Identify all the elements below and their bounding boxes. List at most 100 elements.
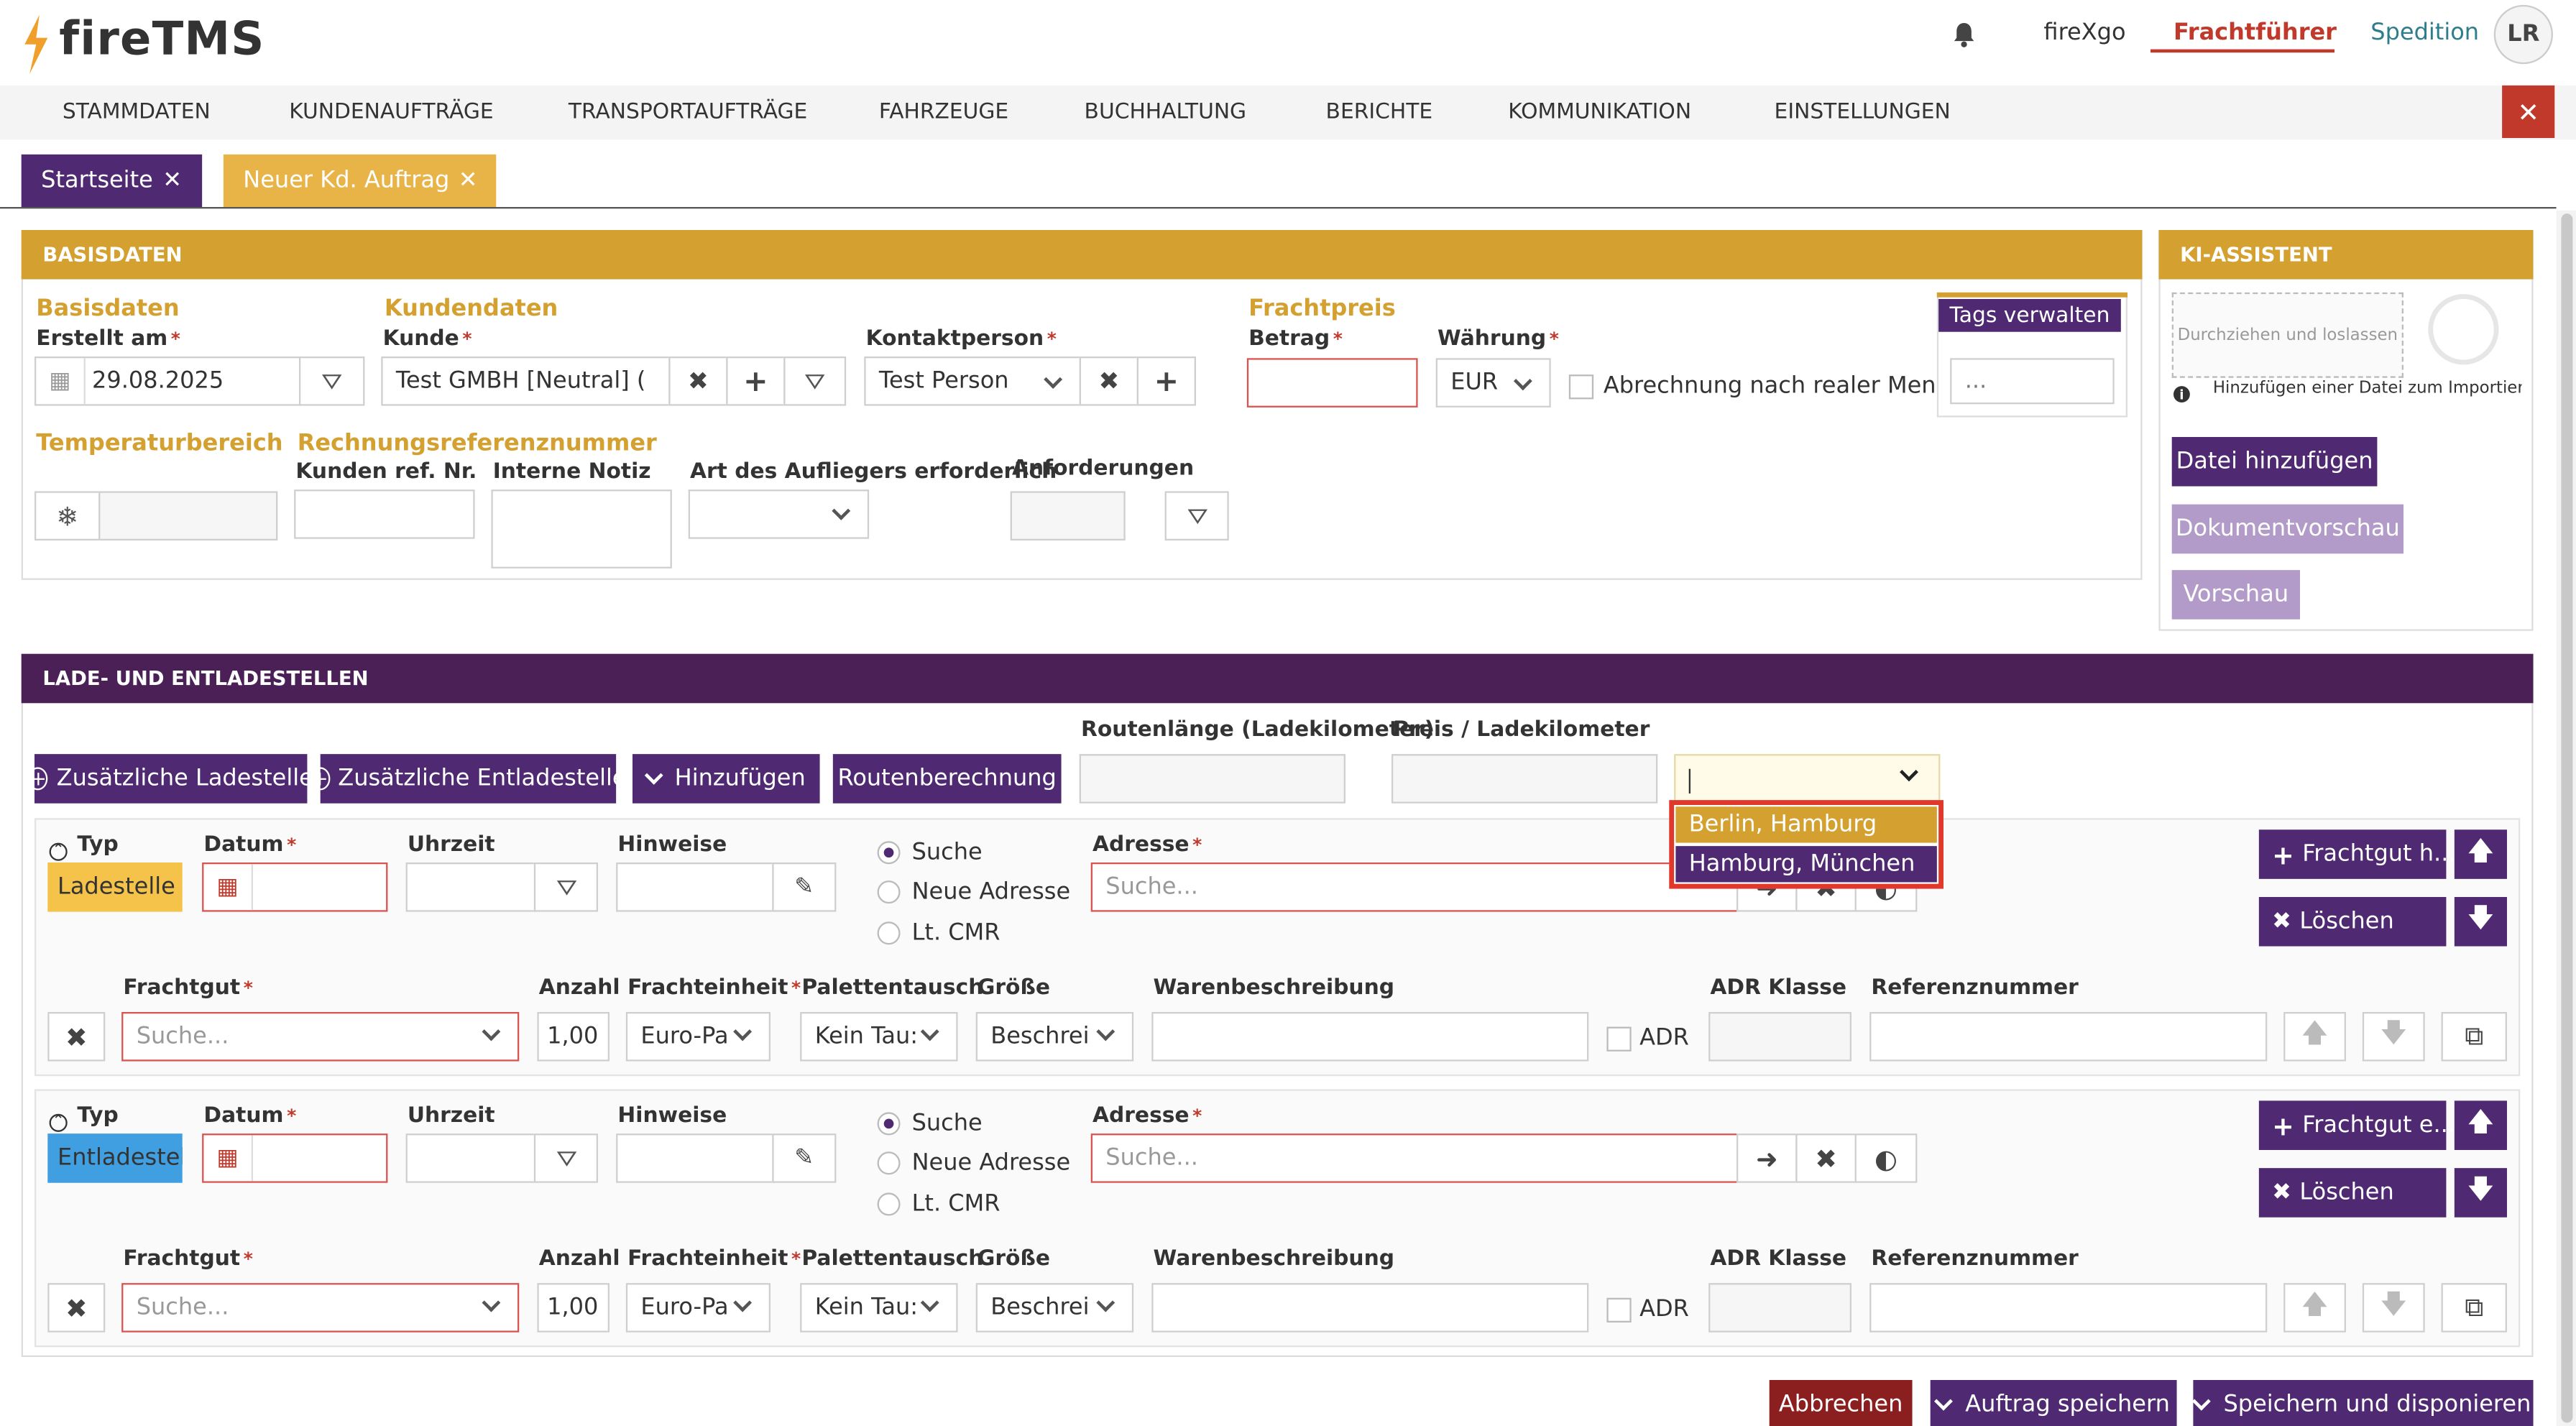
hinzufuegen-button[interactable]: Hinzufügen: [632, 754, 820, 804]
cargo-up-button-2[interactable]: 🡅: [2283, 1283, 2346, 1333]
kontakt-add-button[interactable]: +: [1136, 356, 1196, 406]
menu-kundenauftraege[interactable]: KUNDENAUFTRÄGE: [289, 100, 493, 124]
cargo-copy-button-1[interactable]: ⧉: [2441, 1011, 2507, 1062]
preis-input[interactable]: [1391, 754, 1658, 804]
temperature-button[interactable]: ❄: [34, 491, 101, 540]
tab-spedition[interactable]: Spedition: [2370, 19, 2479, 46]
cargo-down-button-2[interactable]: 🡇: [2362, 1283, 2425, 1333]
kontakt-clear-button[interactable]: ✖: [1079, 356, 1138, 406]
paletten-select[interactable]: Kein Tau:: [800, 1283, 958, 1333]
ref-input[interactable]: [1869, 1283, 2268, 1333]
dropdown-option-berlin-hamburg[interactable]: Berlin, Hamburg: [1675, 806, 1937, 843]
radio-lt-cmr[interactable]: [877, 921, 901, 945]
loeschen-button-2[interactable]: ✖ Löschen: [2258, 1168, 2447, 1218]
avatar[interactable]: LR: [2493, 4, 2553, 65]
datei-hinzufuegen-button[interactable]: Datei hinzufügen: [2171, 436, 2378, 487]
adresse-go-button[interactable]: ➜: [1736, 1133, 1798, 1183]
routenlaenge-input[interactable]: [1079, 754, 1346, 804]
anforderungen-input[interactable]: [1010, 491, 1126, 540]
collapse-icon[interactable]: ⌃: [49, 1113, 68, 1132]
kunde-clear-button[interactable]: ✖: [668, 356, 728, 406]
adresse-clear-button[interactable]: ✖: [1795, 1133, 1857, 1183]
kundenref-input[interactable]: [294, 489, 475, 539]
move-down-button-2[interactable]: 🡇: [2454, 1168, 2507, 1218]
dropdown-option-hamburg-muenchen[interactable]: Hamburg, München: [1675, 846, 1937, 883]
speichern-disponieren-button[interactable]: Speichern und disponieren: [2192, 1379, 2534, 1426]
move-down-button-1[interactable]: 🡇: [2454, 896, 2507, 947]
frachtgut-select[interactable]: Suche...: [121, 1011, 520, 1062]
notiz-textarea[interactable]: [491, 489, 672, 569]
typ-badge-entladestelle[interactable]: Entladestell: [47, 1133, 183, 1183]
temperature-input[interactable]: [98, 491, 278, 540]
radio-suche[interactable]: [877, 1112, 901, 1136]
page-scrollbar[interactable]: [2556, 210, 2576, 1426]
abrechnung-checkbox[interactable]: [1568, 374, 1594, 400]
brand-logo[interactable]: fireTMS: [59, 12, 264, 65]
vorschau-button[interactable]: Vorschau: [2171, 570, 2300, 620]
collapse-icon[interactable]: ⌃: [49, 842, 68, 861]
adr-klasse-input[interactable]: [1708, 1011, 1852, 1062]
betrag-input[interactable]: [1246, 358, 1418, 408]
menu-stammdaten[interactable]: STAMMDATEN: [63, 100, 211, 124]
frachtgut-hinzufuegen-button-1[interactable]: + Frachtgut h...: [2258, 829, 2456, 879]
calendar-icon[interactable]: ▦: [36, 358, 86, 405]
hinweise-edit-button[interactable]: ✎: [772, 862, 837, 912]
adresse-input[interactable]: Suche...: [1090, 1133, 1739, 1183]
adr-checkbox[interactable]: [1606, 1026, 1632, 1052]
tab-startseite[interactable]: Startseite ✕: [21, 154, 203, 207]
zusaetzliche-ladestelle-button[interactable]: + Zusätzliche Ladestelle: [28, 754, 313, 804]
close-all-button[interactable]: ✕: [2502, 85, 2555, 138]
auftrag-speichern-button[interactable]: Auftrag speichern: [1930, 1379, 2177, 1426]
radio-suche[interactable]: [877, 841, 901, 865]
radio-neue-adresse[interactable]: [877, 1151, 901, 1175]
menu-transportauftraege[interactable]: TRANSPORTAUFTRÄGE: [569, 100, 807, 124]
file-drop-zone[interactable]: Durchziehen und loslassen: [2171, 292, 2404, 378]
frachteinheit-select[interactable]: Euro-Pa: [625, 1011, 770, 1062]
paletten-select[interactable]: Kein Tau:: [800, 1011, 958, 1062]
close-icon[interactable]: ✕: [459, 167, 478, 194]
radio-lt-cmr[interactable]: [877, 1192, 901, 1216]
menu-fahrzeuge[interactable]: FAHRZEUGE: [879, 100, 1008, 124]
close-icon[interactable]: ✕: [162, 167, 182, 194]
zusaetzliche-entladestelle-button[interactable]: + Zusätzliche Entladestelle: [310, 754, 627, 804]
adresse-compass-button[interactable]: ◐: [1854, 1133, 1918, 1183]
frachteinheit-select[interactable]: Euro-Pa: [625, 1283, 770, 1333]
scrollbar-thumb[interactable]: [2561, 213, 2573, 1423]
tags-input[interactable]: ...: [1950, 358, 2115, 405]
adr-checkbox[interactable]: [1606, 1297, 1632, 1322]
menu-buchhaltung[interactable]: BUCHHALTUNG: [1085, 100, 1247, 124]
loeschen-button-1[interactable]: ✖ Löschen: [2258, 896, 2447, 947]
cargo-remove-button-2[interactable]: ✖: [47, 1283, 106, 1333]
calendar-icon[interactable]: ▦: [203, 1135, 253, 1182]
cargo-up-button-1[interactable]: 🡅: [2283, 1011, 2346, 1062]
frachtgut-hinzufuegen-button-2[interactable]: + Frachtgut e...: [2258, 1100, 2455, 1150]
abbrechen-button[interactable]: Abbrechen: [1769, 1379, 1913, 1426]
hinweise-input[interactable]: [616, 1133, 776, 1183]
route-select[interactable]: [1674, 754, 1941, 805]
hinweise-edit-button[interactable]: ✎: [772, 1133, 837, 1183]
uhrzeit-input[interactable]: [405, 1133, 538, 1183]
waehrung-select[interactable]: EUR: [1435, 358, 1551, 408]
uhrzeit-input[interactable]: [405, 862, 538, 912]
auflieger-select[interactable]: [688, 489, 870, 539]
dokumentvorschau-button[interactable]: Dokumentvorschau: [2171, 504, 2404, 554]
ref-input[interactable]: [1869, 1011, 2268, 1062]
tab-neuer-auftrag[interactable]: Neuer Kd. Auftrag ✕: [223, 154, 497, 207]
calendar-icon[interactable]: ▦: [203, 864, 253, 911]
erstellt-filter-button[interactable]: [298, 356, 365, 406]
menu-einstellungen[interactable]: EINSTELLUNGEN: [1775, 100, 1951, 124]
anzahl-input[interactable]: 1,00: [537, 1011, 610, 1062]
cargo-copy-button-2[interactable]: ⧉: [2441, 1283, 2507, 1333]
uhrzeit-filter-button[interactable]: [533, 1133, 598, 1183]
adr-klasse-input[interactable]: [1708, 1283, 1852, 1333]
hinweise-input[interactable]: [616, 862, 776, 912]
uhrzeit-filter-button[interactable]: [533, 862, 598, 912]
frachtgut-select[interactable]: Suche...: [121, 1283, 520, 1333]
waren-input[interactable]: [1151, 1011, 1589, 1062]
radio-neue-adresse[interactable]: [877, 880, 901, 904]
waren-input[interactable]: [1151, 1283, 1589, 1333]
anforderungen-filter-button[interactable]: [1164, 491, 1229, 540]
move-up-button-2[interactable]: 🡅: [2454, 1100, 2507, 1150]
cargo-down-button-1[interactable]: 🡇: [2362, 1011, 2425, 1062]
cargo-remove-button-1[interactable]: ✖: [47, 1011, 106, 1062]
